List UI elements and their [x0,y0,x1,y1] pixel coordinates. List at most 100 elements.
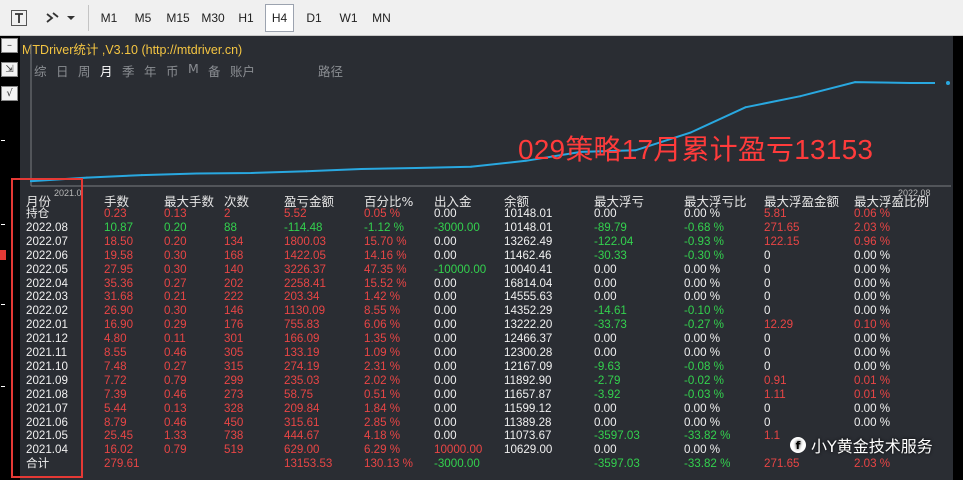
table-cell: 14555.63 [504,290,553,304]
table-cell: 0.51 % [364,387,401,401]
table-cell: 0.00 [434,318,457,332]
table-cell: 27.95 [104,262,134,276]
resize-panel-button[interactable]: ⇲ [1,62,18,77]
tf-m30-button[interactable]: M30 [197,4,229,32]
table-cell: 6.29 % [364,443,401,457]
table-cell: 203.34 [284,290,320,304]
table-cell: 0.13 [164,401,187,415]
table-cell: 235.03 [284,373,320,387]
table-row: 2022.07 18.50 0.20 134 1800.03 15.70 % 0.00 132… [20,234,953,249]
table-cell: 2 [224,207,231,220]
equity-point-2021.08 [250,172,253,174]
table-cell: 0.00 [594,290,617,304]
table-cell: 5.44 [104,401,127,415]
table-cell: -122.04 [594,234,634,248]
table-cell: 25.45 [104,429,134,443]
tf-h4-button[interactable]: H4 [265,4,294,32]
table-cell: 8.55 % [364,304,401,318]
arrows-tool-button[interactable] [42,4,78,32]
table-cell: 271.65 [764,457,800,471]
table-cell: 0 [764,359,771,373]
table-row: 2022.08 10.87 0.20 88 -114.48 -1.12 % -3000.00… [20,220,953,235]
table-cell: 166.09 [284,332,320,346]
table-cell: 3226.37 [284,262,326,276]
tf-h1-button[interactable]: H1 [232,4,260,32]
table-cell: 0.01 % [854,373,891,387]
table-cell: 305 [224,346,244,359]
table-cell: 130.13 % [364,457,413,471]
table-cell: 0.00 % [684,290,721,304]
table-cell: 0.13 [164,207,187,220]
table-cell: 0.30 [164,248,187,262]
table-cell: 0.00 [434,276,457,290]
sqrt-tool-button[interactable]: √ [1,86,18,101]
table-cell: 629.00 [284,443,320,457]
table-cell: 0.00 % [854,304,891,318]
tf-m1-button[interactable]: M1 [94,4,124,32]
table-cell: 10148.01 [504,220,553,234]
table-cell: 0.46 [164,415,187,429]
table-cell: -3.92 [594,387,621,401]
table-cell: 2.03 % [854,457,891,471]
tf-m5-button[interactable]: M5 [128,4,158,32]
table-cell: 0 [764,290,771,304]
sqrt-icon: √ [6,87,13,99]
table-cell: 122.15 [764,234,800,248]
table-cell: -0.27 % [684,318,724,332]
table-cell: 0.00 % [684,207,721,220]
gutter-dash-1 [1,140,5,141]
arrows-dropdown-icon [46,12,75,23]
table-cell: 0.00 % [684,332,721,346]
table-cell: 450 [224,415,244,429]
tf-mn-button[interactable]: MN [367,4,396,32]
table-cell: 5.81 [764,207,787,220]
table-cell: 134 [224,234,244,248]
table-total-row: 合计 279.61 13153.53 130.13 % -3000.00 -3597.03… [20,456,953,471]
table-cell: 1800.03 [284,234,326,248]
minimize-panel-button[interactable]: – [1,38,18,53]
profit-annotation: 029策略17月累计盈亏13153 [518,134,874,165]
table-cell: 16.90 [104,318,134,332]
table-cell: 146 [224,304,244,318]
table-cell: 0.00 % [854,359,891,373]
equity-point-2021.09 [305,170,308,173]
table-cell: 16.02 [104,443,134,457]
table-cell: 0.30 [164,304,187,318]
table-row: 2021.08 7.39 0.46 273 58.75 0.51 % 0.00 11657.8… [20,387,953,402]
table-cell: 0.00 % [684,346,721,359]
table-cell: 0.00 [434,207,457,220]
table-row: 2021.11 8.55 0.46 305 133.19 1.09 % 0.00 12300.… [20,345,953,360]
table-cell: -1.12 % [364,220,404,234]
table-cell: 11073.67 [504,429,552,443]
table-cell: 10148.01 [504,207,553,220]
table-cell: 1.42 % [364,290,401,304]
table-cell: -114.48 [284,220,323,234]
table-cell: 0.00 % [854,276,891,290]
table-cell: 133.19 [284,346,320,359]
table-cell: -3000.00 [434,457,480,471]
table-cell: 2.31 % [364,359,401,373]
table-cell: 15.52 % [364,276,407,290]
table-cell: 11462.46 [504,248,552,262]
table-cell: 2.02 % [364,373,401,387]
table-cell: -9.63 [594,359,621,373]
tf-m15-button[interactable]: M15 [162,4,194,32]
table-cell: 0.30 [164,262,187,276]
equity-point-2021.07 [195,172,198,175]
table-cell: 176 [224,318,244,332]
table-cell: 1.33 [164,429,187,443]
equity-chart: 2021.0 2022.08 [30,44,951,199]
table-cell: 0.00 [434,346,457,359]
table-cell: 4.18 % [364,429,401,443]
table-cell: 209.84 [284,401,320,415]
table-cell: 0 [764,415,771,429]
table-cell: 7.48 [104,359,127,373]
table-cell: 519 [224,443,244,457]
tf-w1-button[interactable]: W1 [334,4,363,32]
tf-d1-button[interactable]: D1 [300,4,328,32]
table-row: 2021.07 5.44 0.13 328 209.84 1.84 % 0.00 11599.… [20,401,953,416]
table-cell: 7.39 [104,387,127,401]
text-tool-button[interactable] [6,4,32,32]
table-cell: 315.61 [284,415,320,429]
table-cell: -0.08 % [684,359,724,373]
